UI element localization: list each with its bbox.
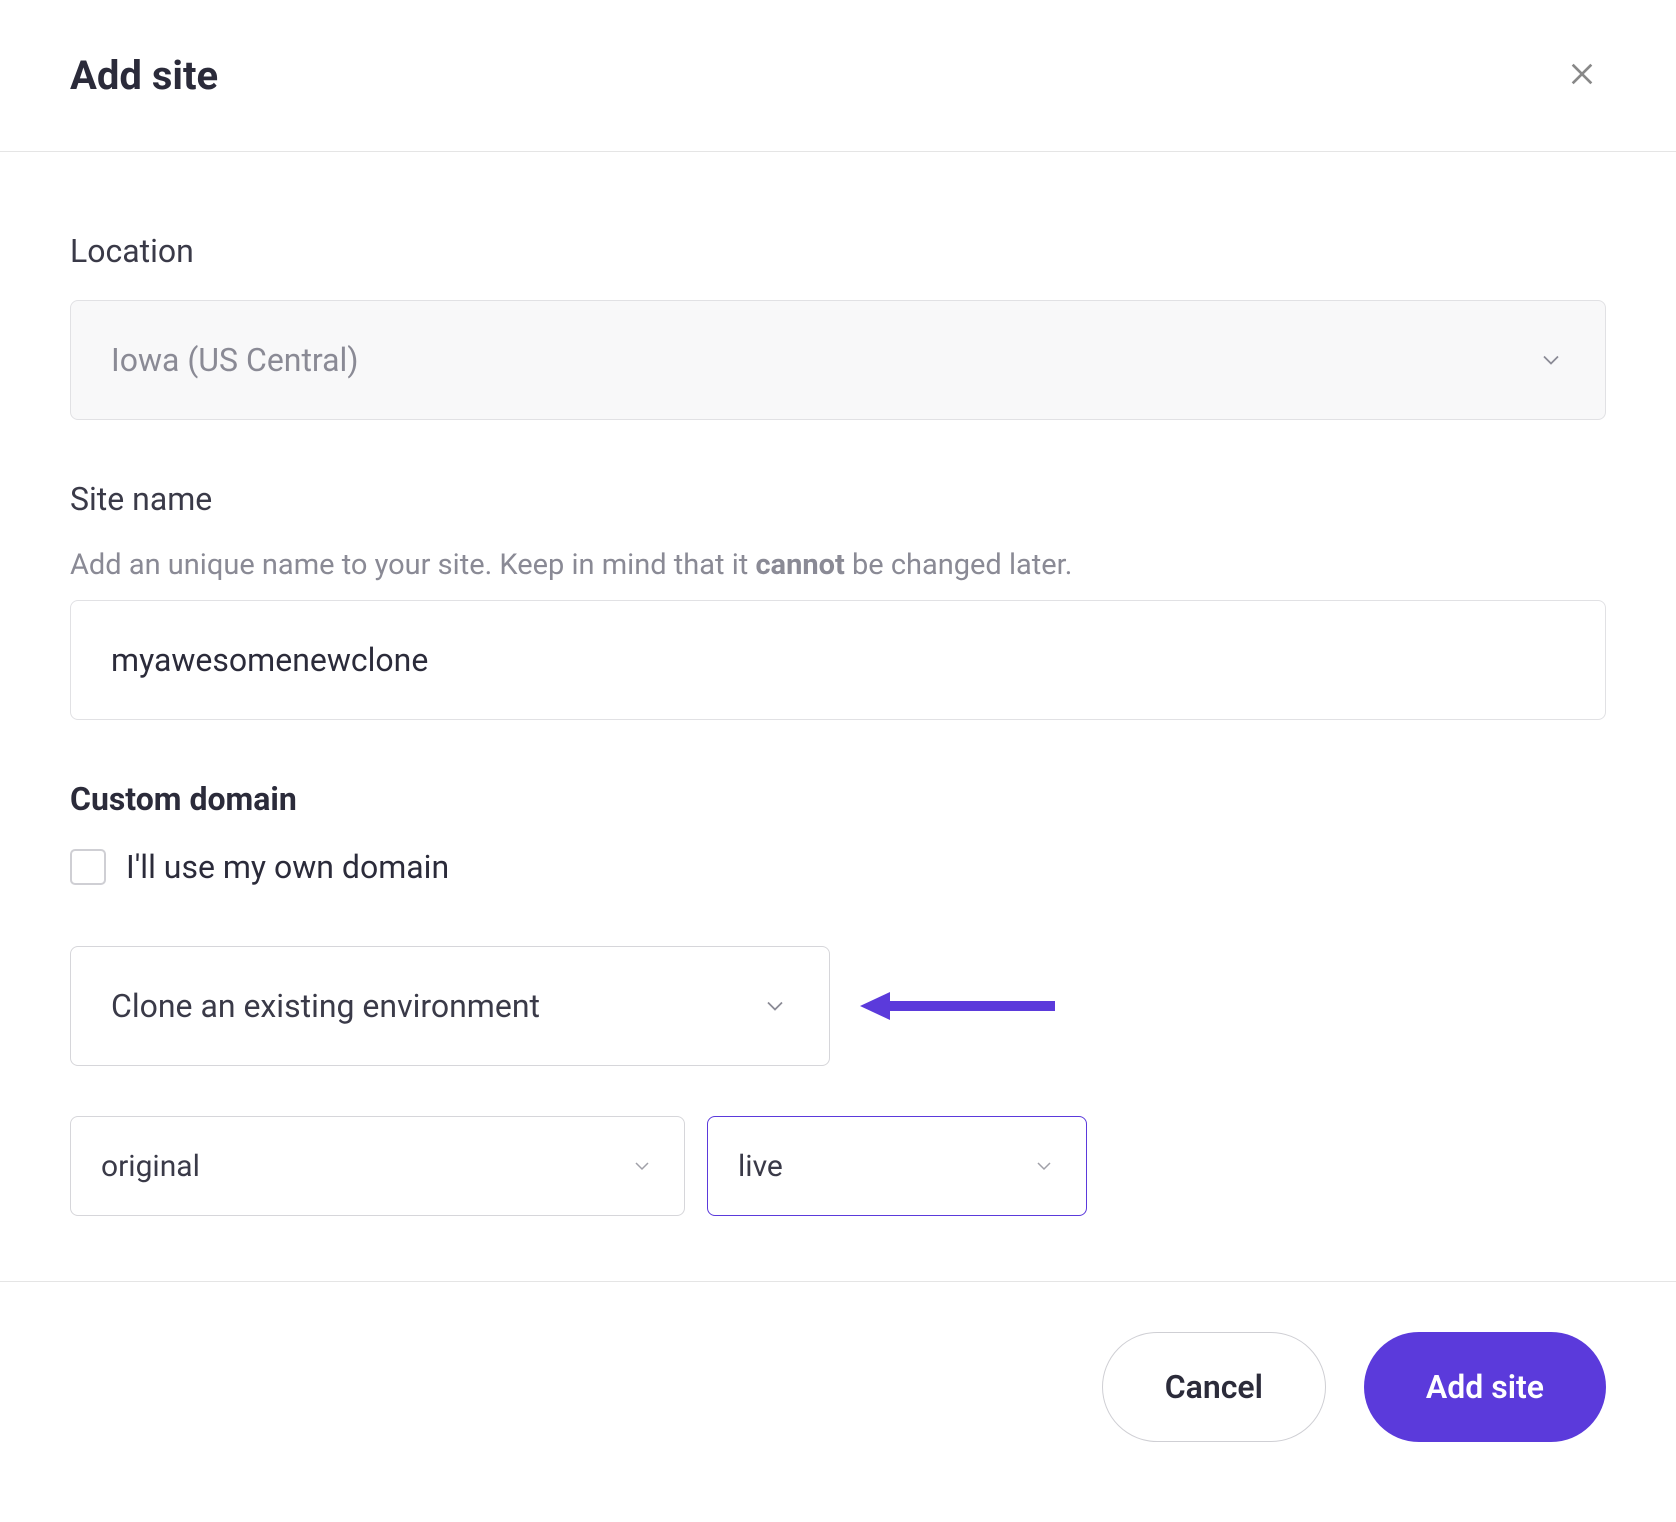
close-icon bbox=[1566, 58, 1598, 90]
location-value: Iowa (US Central) bbox=[111, 341, 358, 379]
chevron-down-icon bbox=[761, 992, 789, 1020]
clone-environment-value: Clone an existing environment bbox=[111, 987, 540, 1025]
arrow-annotation bbox=[860, 986, 1060, 1026]
clone-environment-select[interactable]: Clone an existing environment bbox=[70, 946, 830, 1066]
environment-value: live bbox=[738, 1149, 783, 1184]
site-name-input[interactable] bbox=[70, 600, 1606, 720]
cancel-button[interactable]: Cancel bbox=[1102, 1332, 1326, 1442]
add-site-dialog: Add site Location Iowa (US Central) Site… bbox=[0, 0, 1676, 1522]
environment-select[interactable]: live bbox=[707, 1116, 1087, 1216]
chevron-down-icon bbox=[1537, 346, 1565, 374]
dialog-footer: Cancel Add site bbox=[0, 1281, 1676, 1522]
site-name-field-group: Site name Add an unique name to your sit… bbox=[70, 480, 1606, 720]
location-field-group: Location Iowa (US Central) bbox=[70, 232, 1606, 420]
dialog-header: Add site bbox=[0, 0, 1676, 152]
site-name-helper: Add an unique name to your site. Keep in… bbox=[70, 548, 1606, 582]
custom-domain-label: Custom domain bbox=[70, 780, 1606, 818]
location-select[interactable]: Iowa (US Central) bbox=[70, 300, 1606, 420]
dialog-title: Add site bbox=[70, 52, 218, 99]
custom-domain-field-group: Custom domain I'll use my own domain bbox=[70, 780, 1606, 886]
add-site-button[interactable]: Add site bbox=[1364, 1332, 1606, 1442]
clone-environment-row: Clone an existing environment bbox=[70, 946, 1606, 1066]
site-name-label: Site name bbox=[70, 480, 1606, 518]
close-button[interactable] bbox=[1558, 50, 1606, 101]
dialog-content: Location Iowa (US Central) Site name Add… bbox=[0, 152, 1676, 1281]
own-domain-checkbox-row[interactable]: I'll use my own domain bbox=[70, 848, 1606, 886]
own-domain-checkbox[interactable] bbox=[70, 849, 106, 885]
clone-source-selects: original live bbox=[70, 1116, 1606, 1216]
chevron-down-icon bbox=[1032, 1154, 1056, 1178]
location-label: Location bbox=[70, 232, 1606, 270]
own-domain-checkbox-label: I'll use my own domain bbox=[126, 848, 449, 886]
original-site-select[interactable]: original bbox=[70, 1116, 685, 1216]
original-site-value: original bbox=[101, 1149, 200, 1184]
chevron-down-icon bbox=[630, 1154, 654, 1178]
arrow-left-icon bbox=[860, 986, 1060, 1026]
